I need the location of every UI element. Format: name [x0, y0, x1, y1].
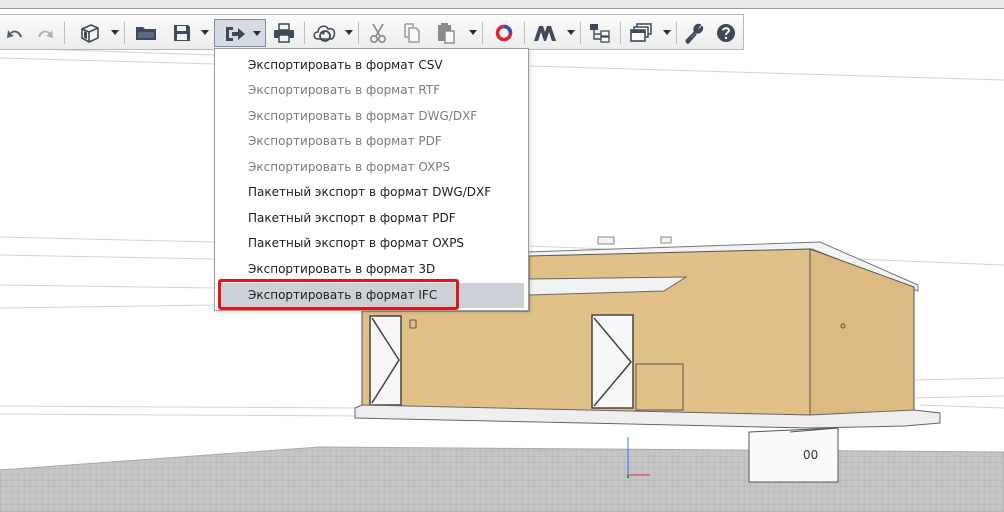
toolbar-separator: [358, 22, 359, 44]
toolbar-separator: [524, 22, 525, 44]
save-dropdown[interactable]: [200, 19, 210, 47]
ground-grid-plane: [0, 446, 1004, 512]
hierarchy-icon: [590, 24, 610, 43]
help-button[interactable]: [712, 19, 740, 47]
export-button[interactable]: [214, 19, 266, 47]
caret-down-icon: [111, 30, 119, 35]
settings-button[interactable]: [680, 19, 708, 47]
cut-button[interactable]: [364, 19, 392, 47]
toolbar-separator: [304, 22, 305, 44]
export-arrow-icon: [226, 27, 245, 41]
copy-icon: [404, 23, 420, 43]
caret-down-icon: [663, 30, 671, 35]
caret-down-icon: [253, 31, 261, 36]
print-button[interactable]: [270, 19, 298, 47]
menu-item-export-pdf[interactable]: Экспортировать в формат PDF: [219, 129, 524, 154]
sync-dropdown[interactable]: [344, 19, 354, 47]
wall-panel: [635, 363, 684, 411]
menu-item-export-ifc[interactable]: Экспортировать в формат IFC: [219, 283, 524, 308]
caret-down-icon: [567, 30, 575, 35]
roof-vent: [660, 236, 672, 244]
main-toolbar: [0, 14, 744, 50]
brand-button[interactable]: [530, 19, 560, 47]
open-button[interactable]: [132, 19, 160, 47]
foundation-block: [748, 427, 839, 483]
menu-item-batch-export-oxps[interactable]: Пакетный экспорт в формат OXPS: [219, 231, 524, 256]
hierarchy-button[interactable]: [586, 19, 614, 47]
floppy-disk-icon: [174, 25, 190, 41]
3d-view-button[interactable]: [76, 19, 104, 47]
menu-item-batch-export-pdf[interactable]: Пакетный экспорт в формат PDF: [219, 206, 524, 231]
toolbar-separator: [124, 22, 125, 44]
redo-icon: [38, 30, 53, 38]
toolbar-separator: [482, 22, 483, 44]
door-left: [369, 315, 402, 406]
brand-dropdown[interactable]: [566, 19, 576, 47]
redo-button[interactable]: [32, 19, 58, 47]
folder-icon: [136, 27, 156, 40]
block-label: 00: [803, 448, 819, 462]
export-dropdown-menu: Экспортировать в формат CSV Экспортирова…: [214, 48, 529, 311]
cube-icon: [81, 24, 99, 43]
menu-item-export-csv[interactable]: Экспортировать в формат CSV: [219, 53, 524, 78]
windows-dropdown[interactable]: [662, 19, 672, 47]
caret-down-icon: [345, 30, 353, 35]
undo-button[interactable]: [2, 19, 28, 47]
window-top-strip: [0, 0, 1004, 9]
cloud-sync-icon: [313, 25, 336, 42]
caret-down-icon: [469, 30, 477, 35]
clipboard-icon: [438, 23, 455, 44]
toolbar-separator: [64, 22, 65, 44]
toolbar-separator: [676, 22, 677, 44]
undo-icon: [7, 30, 22, 38]
scissors-icon: [369, 23, 387, 44]
door-center: [591, 314, 634, 409]
sync-button[interactable]: [310, 19, 340, 47]
3d-view-dropdown[interactable]: [110, 19, 120, 47]
menu-item-export-rtf[interactable]: Экспортировать в формат RTF: [219, 78, 524, 103]
windows-stack-icon: [630, 23, 652, 42]
caret-down-icon: [201, 30, 209, 35]
toolbar-separator: [580, 22, 581, 44]
addon-button[interactable]: [490, 19, 518, 47]
ring-logo-icon: [495, 24, 513, 42]
copy-button[interactable]: [398, 19, 426, 47]
help-circle-icon: [717, 24, 735, 42]
save-button[interactable]: [168, 19, 196, 47]
menu-item-export-oxps[interactable]: Экспортировать в формат OXPS: [219, 155, 524, 180]
menu-item-batch-export-dwg-dxf[interactable]: Пакетный экспорт в формат DWG/DXF: [219, 180, 524, 205]
menu-item-export-dwg-dxf[interactable]: Экспортировать в формат DWG/DXF: [219, 104, 524, 129]
wrench-icon: [685, 23, 704, 44]
m-logo-icon: [534, 26, 556, 41]
roof-vent: [597, 236, 615, 245]
paste-button[interactable]: [432, 19, 460, 47]
printer-icon: [274, 23, 294, 43]
toolbar-separator: [620, 22, 621, 44]
paste-dropdown[interactable]: [468, 19, 478, 47]
building-side-wall: [809, 248, 915, 420]
menu-item-export-3d[interactable]: Экспортировать в формат 3D: [219, 257, 524, 282]
windows-button[interactable]: [626, 19, 656, 47]
